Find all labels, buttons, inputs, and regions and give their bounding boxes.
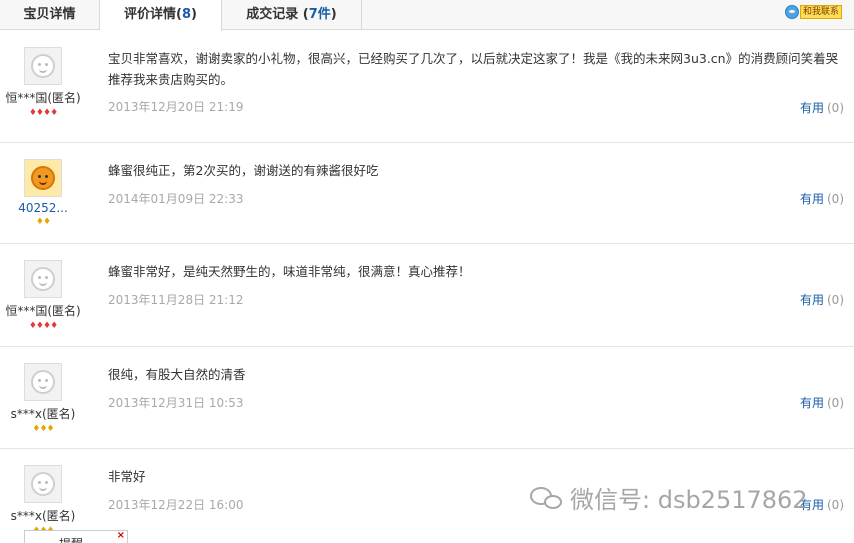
review-item: s***x(匿名) ♦♦♦ 非常好 2013年12月22日 16:00 有用(0…: [0, 449, 854, 543]
review-text: 蜂蜜很纯正，第2次买的，谢谢送的有辣酱很好吃: [108, 163, 379, 178]
default-avatar-icon: [31, 472, 55, 496]
useful-button[interactable]: 有用: [800, 192, 824, 206]
avatar[interactable]: [24, 159, 62, 197]
user-name: s***x(匿名): [10, 407, 76, 421]
useful-button[interactable]: 有用: [800, 396, 824, 410]
credit-badge-icon: ♦♦♦♦: [28, 108, 58, 118]
user-name: s***x(匿名): [10, 509, 76, 523]
tab-reviews[interactable]: 评价详情(8): [100, 0, 222, 31]
review-text: 很纯，有股大自然的清香: [108, 367, 246, 382]
review-date: 2013年12月31日 10:53: [108, 396, 244, 410]
tab-count: 7件: [308, 7, 331, 22]
review-text: 宝贝非常喜欢，谢谢卖家的小礼物，很高兴，已经购买了几次了，以后就决定这家了！我是…: [108, 51, 839, 87]
popup-text: 提醒: [59, 535, 83, 543]
cartoon-avatar-icon: [31, 166, 55, 190]
tab-count: 8: [181, 7, 192, 22]
review-user: 恒***国(匿名) ♦♦♦♦: [0, 260, 86, 331]
user-name: 恒***国(匿名): [5, 91, 81, 105]
user-name: 恒***国(匿名): [5, 304, 81, 318]
avatar[interactable]: [24, 465, 62, 503]
tab-item-details[interactable]: 宝贝详情: [0, 0, 100, 30]
review-item: 恒***国(匿名) ♦♦♦♦ 宝贝非常喜欢，谢谢卖家的小礼物，很高兴，已经购买了…: [0, 31, 854, 143]
review-date: 2013年11月28日 21:12: [108, 293, 244, 307]
close-icon[interactable]: ×: [117, 530, 125, 541]
useful-vote: 有用 (0): [800, 394, 844, 411]
contact-label: 和我联系: [799, 5, 842, 19]
review-item: 40252... ♦♦ 蜂蜜很纯正，第2次买的，谢谢送的有辣酱很好吃 2014年…: [0, 143, 854, 244]
credit-badge-icon: ♦♦♦: [32, 424, 54, 434]
useful-count: (0): [827, 293, 844, 307]
contact-seller-button[interactable]: 和我联系: [784, 4, 842, 20]
reminder-popup: 提醒 ×: [24, 530, 128, 543]
useful-vote: 有用 (0): [800, 291, 844, 308]
useful-count: (0): [827, 101, 844, 115]
useful-vote: 有用 (0): [800, 496, 844, 513]
chat-bubble-icon: [784, 5, 799, 19]
useful-vote: 有用 (0): [800, 190, 844, 207]
user-name-link[interactable]: 40252...: [0, 201, 86, 215]
default-avatar-icon: [31, 370, 55, 394]
review-text: 蜂蜜非常好，是纯天然野生的，味道非常纯，很满意！真心推荐！: [108, 264, 471, 279]
review-user: s***x(匿名) ♦♦♦: [0, 465, 86, 536]
review-user: s***x(匿名) ♦♦♦: [0, 363, 86, 434]
tab-label: 成交记录 (: [246, 7, 309, 22]
default-avatar-icon: [31, 54, 55, 78]
avatar[interactable]: [24, 260, 62, 298]
avatar[interactable]: [24, 47, 62, 85]
useful-count: (0): [827, 192, 844, 206]
review-date: 2013年12月20日 21:19: [108, 100, 244, 114]
useful-button[interactable]: 有用: [800, 498, 824, 512]
tab-label: 宝贝详情: [23, 7, 76, 22]
useful-count: (0): [827, 498, 844, 512]
review-user: 恒***国(匿名) ♦♦♦♦: [0, 47, 86, 118]
credit-badge-icon: ♦♦: [35, 217, 51, 227]
useful-button[interactable]: 有用: [800, 293, 824, 307]
avatar[interactable]: [24, 363, 62, 401]
review-date: 2013年12月22日 16:00: [108, 498, 244, 512]
tab-suffix: ): [191, 7, 197, 22]
review-text: 非常好: [108, 469, 146, 484]
useful-count: (0): [827, 396, 844, 410]
tab-suffix: ): [330, 7, 337, 22]
review-date: 2014年01月09日 22:33: [108, 192, 244, 206]
useful-vote: 有用 (0): [800, 99, 844, 116]
review-item: 恒***国(匿名) ♦♦♦♦ 蜂蜜非常好，是纯天然野生的，味道非常纯，很满意！真…: [0, 244, 854, 347]
tab-transactions[interactable]: 成交记录 (7件): [222, 0, 362, 30]
review-user: 40252... ♦♦: [0, 159, 86, 227]
useful-button[interactable]: 有用: [800, 101, 824, 115]
credit-badge-icon: ♦♦♦♦: [28, 321, 58, 331]
tab-bar: 宝贝详情 评价详情(8) 成交记录 (7件) 和我联系: [0, 0, 854, 31]
tab-label: 评价详情(: [124, 7, 182, 22]
review-item: s***x(匿名) ♦♦♦ 很纯，有股大自然的清香 2013年12月31日 10…: [0, 347, 854, 449]
default-avatar-icon: [31, 267, 55, 291]
